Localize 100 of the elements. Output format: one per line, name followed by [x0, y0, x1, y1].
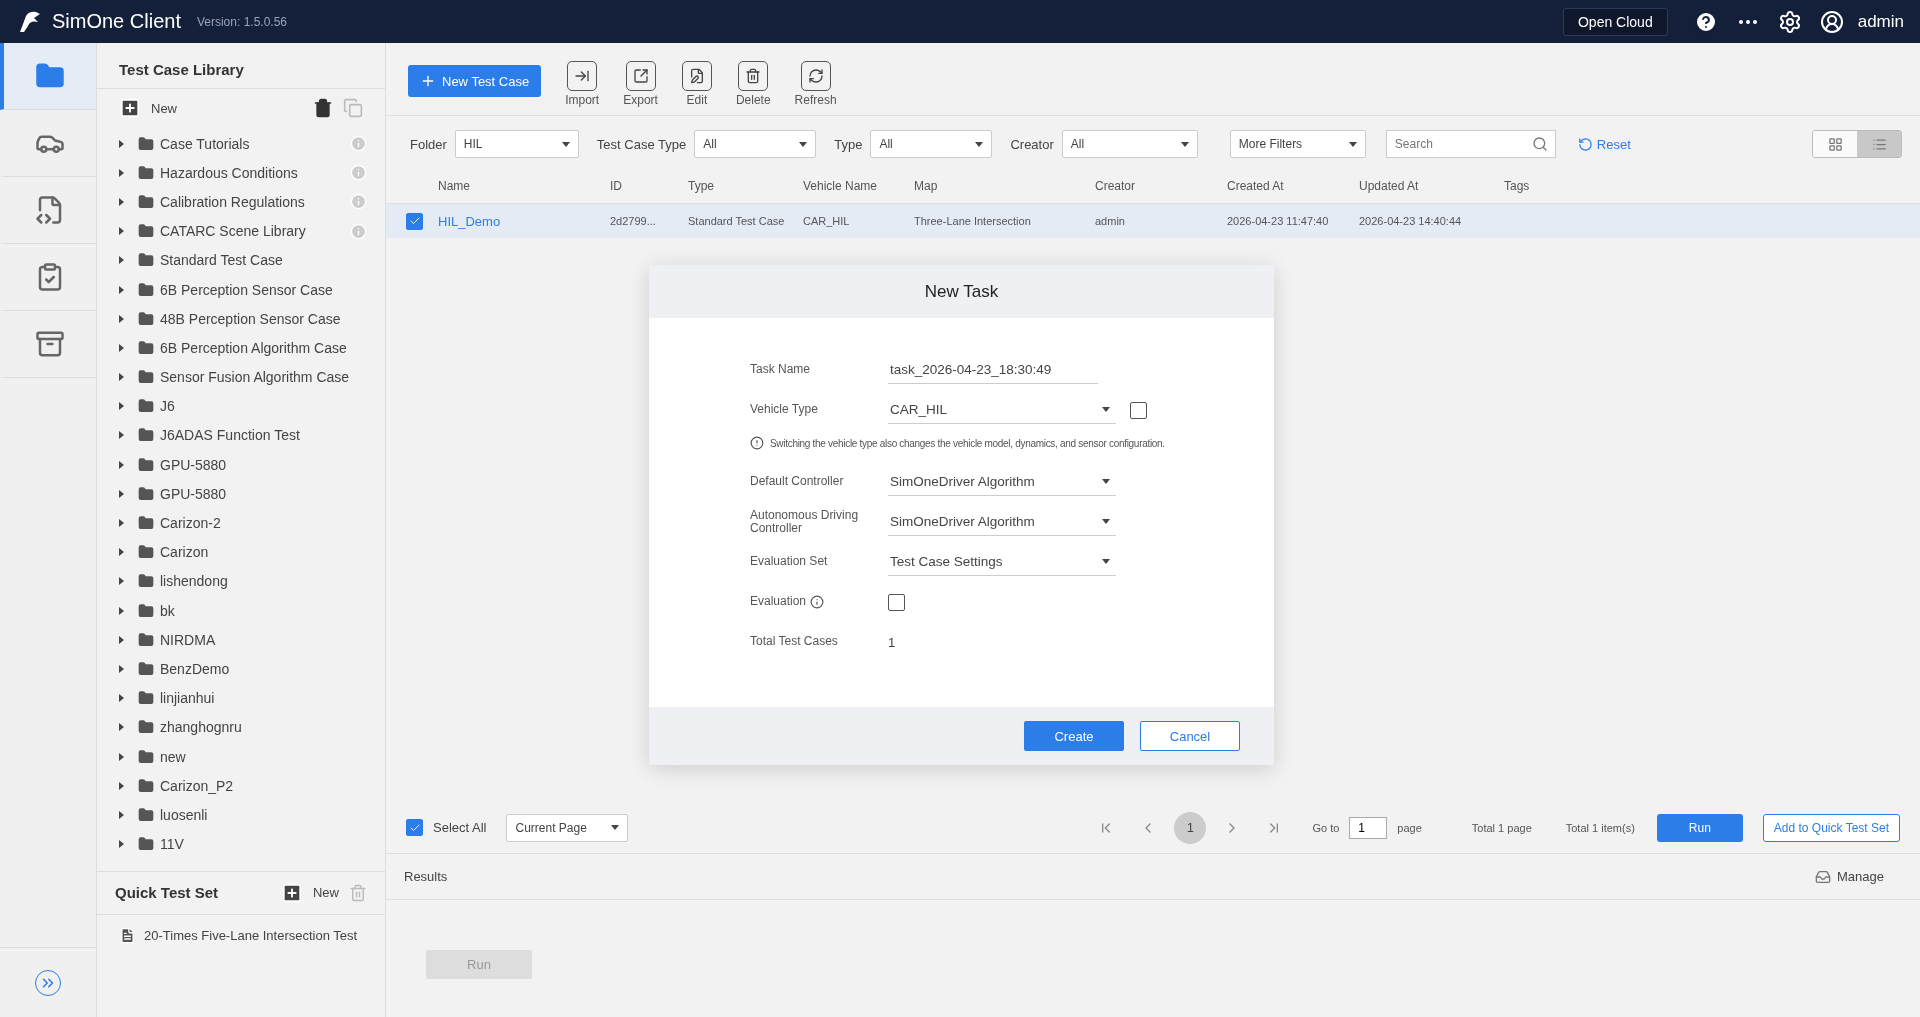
check-icon [408, 215, 421, 227]
filter-select[interactable]: All [1061, 130, 1198, 158]
folder-name[interactable]: Calibration Regulations [160, 193, 305, 210]
select-all-checkbox[interactable] [406, 819, 423, 836]
folder-name[interactable]: Standard Test Case [160, 252, 283, 269]
search-field[interactable]: Search [1385, 130, 1556, 158]
manage-button[interactable]: Manage [1809, 867, 1890, 886]
add-folder-icon[interactable] [119, 97, 141, 119]
caret-icon[interactable] [119, 664, 124, 673]
caret-icon[interactable] [119, 781, 124, 790]
settings-icon[interactable] [1777, 9, 1802, 34]
folder-name[interactable]: BenzDemo [160, 660, 230, 677]
folder-name[interactable]: 48B Perception Sensor Case [160, 310, 341, 327]
select-field[interactable]: SimOneDriver Algorithm [888, 468, 1116, 496]
caret-icon[interactable] [119, 752, 124, 761]
caret-icon[interactable] [119, 577, 124, 586]
caret-icon[interactable] [119, 694, 124, 703]
edit-icon [681, 61, 712, 91]
folder-name[interactable]: 6B Perception Algorithm Case [160, 339, 347, 356]
caret-icon[interactable] [119, 635, 124, 644]
folder-name[interactable]: Case Tutorials [160, 135, 250, 152]
filter-select[interactable]: All [694, 130, 817, 158]
toolbar-button[interactable]: Export [619, 61, 662, 107]
table-cell-text: 2026-04-23 14:40:44 [1359, 215, 1463, 227]
table-cell-text: 2d2799... [610, 215, 657, 227]
toolbar-button[interactable]: Refresh [790, 61, 841, 107]
caret-icon[interactable] [119, 256, 124, 265]
reset-link[interactable]: Reset [1577, 136, 1631, 152]
folder-name[interactable]: Sensor Fusion Algorithm Case [160, 369, 350, 386]
folder-name[interactable]: CATARC Scene Library [160, 223, 306, 240]
folder-name[interactable]: Carizon-2 [160, 515, 221, 532]
row-checkbox[interactable] [406, 212, 423, 230]
folder-name[interactable]: NIRDMA [160, 631, 216, 648]
folder-name[interactable]: new [160, 748, 186, 765]
folder-name[interactable]: linjianhui [160, 690, 215, 707]
caret-icon[interactable] [119, 373, 124, 382]
folder-name[interactable]: 6B Perception Sensor Case [160, 281, 333, 298]
caret-icon[interactable] [119, 227, 124, 236]
caret-icon[interactable] [119, 489, 124, 498]
caret-icon[interactable] [119, 197, 124, 206]
filter-select[interactable]: HIL [454, 130, 579, 158]
folder-name[interactable]: bk [160, 602, 175, 619]
create-button[interactable]: Create [1024, 721, 1124, 751]
caret-icon[interactable] [119, 810, 124, 819]
caret-icon[interactable] [119, 519, 124, 528]
new-link[interactable]: New [151, 100, 177, 116]
select-field[interactable]: CAR_HIL [888, 396, 1116, 424]
scope-select[interactable]: Current Page [506, 813, 629, 842]
grid-view-button[interactable] [1813, 131, 1857, 157]
caret-icon[interactable] [119, 139, 124, 148]
folder-name[interactable]: lishendong [160, 573, 228, 590]
caret-icon[interactable] [119, 460, 124, 469]
user-name[interactable]: admin [1857, 11, 1904, 32]
select-field[interactable]: SimOneDriver Algorithm [888, 508, 1116, 536]
folder-name[interactable]: Carizon [160, 544, 209, 561]
more-filters-select[interactable]: More Filters [1229, 130, 1366, 158]
delete-icon[interactable] [313, 98, 333, 118]
folder-name[interactable]: zhanghognru [160, 719, 242, 736]
quick-test-item[interactable]: 20-Times Five-Lane Intersection Test [144, 927, 358, 943]
folder-name[interactable]: 11V [160, 836, 184, 853]
caret-icon[interactable] [119, 606, 124, 615]
checkbox[interactable] [888, 593, 905, 611]
filter-select[interactable]: All [870, 130, 993, 158]
caret-icon[interactable] [119, 314, 124, 323]
table-cell-text: CAR_HIL [803, 215, 851, 227]
nav-tab[interactable] [0, 43, 96, 110]
folder-icon [138, 369, 154, 386]
caret-icon[interactable] [119, 548, 124, 557]
cancel-button[interactable]: Cancel [1140, 721, 1240, 751]
folder-icon [138, 602, 154, 619]
search-icon[interactable] [1531, 136, 1548, 152]
folder-name[interactable]: GPU-5880 [160, 485, 227, 502]
folder-name[interactable]: J6 [160, 398, 175, 415]
toolbar-button[interactable]: Delete [731, 61, 775, 107]
new-link[interactable]: New [313, 885, 339, 901]
add-icon[interactable] [281, 881, 303, 904]
checkbox[interactable] [1130, 401, 1147, 419]
add-to-quick-test-set-button[interactable]: Add to Quick Test Set [1762, 813, 1900, 842]
run-button[interactable]: Run [1656, 813, 1743, 842]
caret-icon[interactable] [119, 402, 124, 411]
caret-icon[interactable] [119, 168, 124, 177]
folder-name[interactable]: J6ADAS Function Test [160, 427, 300, 444]
toolbar-button[interactable]: Import [561, 61, 604, 107]
caret-icon[interactable] [119, 285, 124, 294]
folder-name[interactable]: Hazardous Conditions [160, 164, 298, 181]
toolbar-button[interactable]: Edit [677, 61, 716, 107]
page-button[interactable]: 1 [1174, 811, 1207, 844]
page-input[interactable]: 1 [1349, 816, 1388, 839]
folder-icon [138, 398, 154, 415]
folder-name[interactable]: luosenli [160, 806, 208, 823]
folder-name[interactable]: GPU-5880 [160, 456, 227, 473]
open-cloud-button[interactable]: Open Cloud [1562, 7, 1668, 36]
caret-icon[interactable] [119, 723, 124, 732]
caret-icon[interactable] [119, 343, 124, 352]
folder-name[interactable]: Carizon_P2 [160, 777, 234, 794]
new-test-case-button[interactable]: New Test Case [408, 65, 542, 97]
user-icon[interactable] [1819, 9, 1844, 34]
select-field[interactable]: Test Case Settings [888, 548, 1116, 576]
caret-icon[interactable] [119, 840, 124, 849]
caret-icon[interactable] [119, 431, 124, 440]
